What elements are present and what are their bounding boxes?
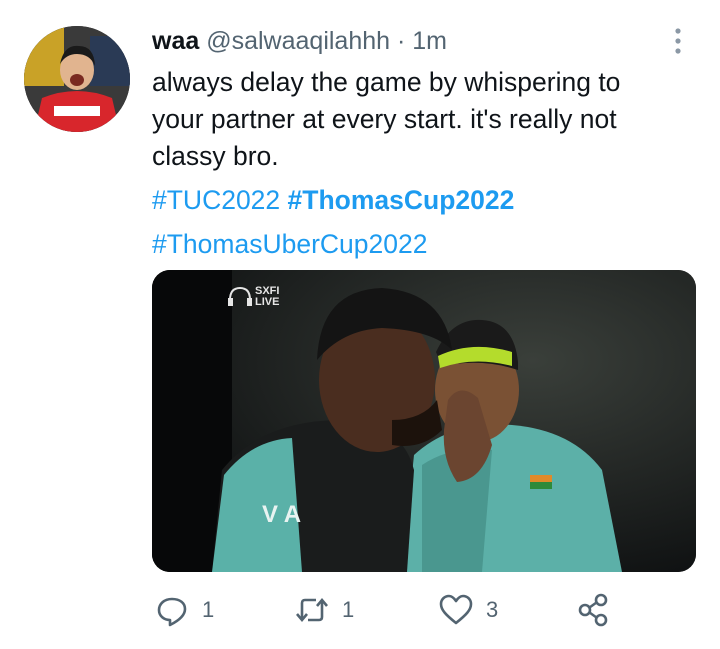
share-button[interactable] (574, 586, 614, 634)
hashtag-thomasubercup2022[interactable]: #ThomasUberCup2022 (152, 229, 427, 259)
tweet-media[interactable]: V A SXFI LIVE (152, 270, 696, 572)
reply-count: 1 (202, 597, 215, 622)
tweet-actions: 1 1 3 (0, 586, 720, 636)
hashtags: #TUC2022 #ThomasCup2022 #ThomasUberCup20… (152, 178, 712, 266)
tweet-text-line: your partner at every start. it's really… (152, 104, 617, 134)
share-icon (578, 593, 608, 627)
avatar[interactable] (24, 26, 130, 132)
like-count: 3 (486, 597, 499, 622)
reply-button[interactable]: 1 (152, 586, 214, 634)
retweet-count: 1 (342, 597, 355, 622)
avatar-image (24, 26, 130, 132)
watermark-bottom: LIVE (255, 296, 279, 308)
tweet-header: waa @salwaaqilahhh · 1m (152, 26, 447, 56)
timestamp[interactable]: 1m (412, 27, 447, 55)
retweet-button[interactable]: 1 (292, 586, 354, 634)
separator: · (397, 27, 406, 55)
heart-icon (439, 594, 473, 625)
jersey-text: V A (262, 501, 301, 528)
like-button[interactable]: 3 (436, 586, 498, 634)
tweet-text-line: always delay the game by whispering to (152, 67, 621, 97)
hashtag-thomascup2022[interactable]: #ThomasCup2022 (288, 185, 515, 215)
hashtag-tuc2022[interactable]: #TUC2022 (152, 185, 280, 215)
tweet-text-line: classy bro. (152, 141, 279, 171)
author-name[interactable]: waa (152, 27, 199, 55)
tweet-text: always delay the game by whispering to y… (152, 64, 712, 175)
media-photo: V A SXFI LIVE (152, 270, 696, 572)
more-options-button[interactable] (666, 24, 690, 58)
reply-icon (157, 597, 187, 627)
author-handle[interactable]: @salwaaqilahhh (206, 27, 390, 55)
more-vertical-icon (675, 28, 681, 54)
retweet-icon (296, 597, 328, 623)
